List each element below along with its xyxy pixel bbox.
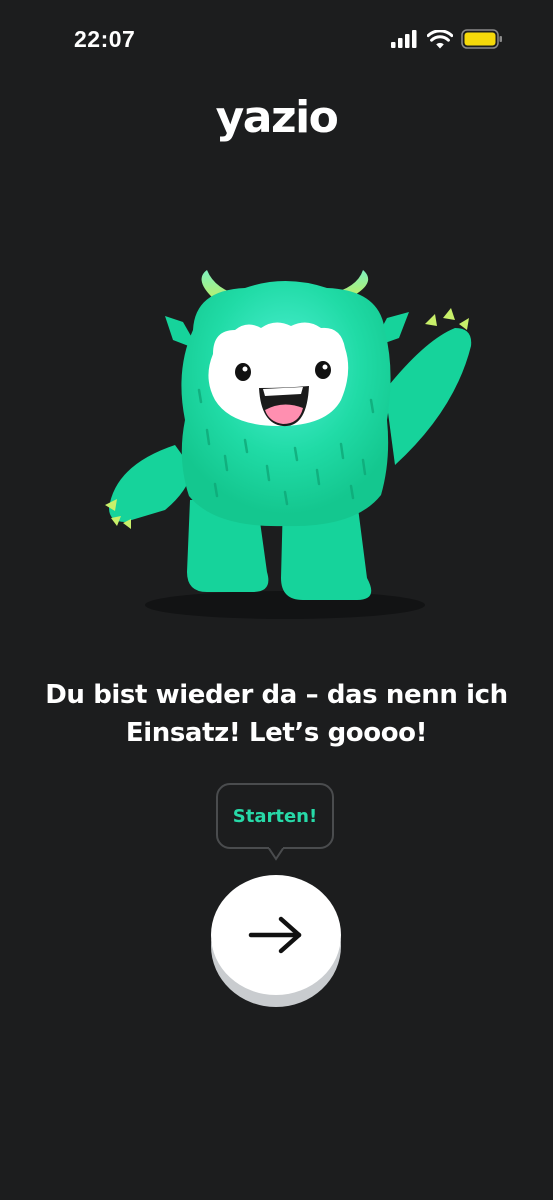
cellular-signal-icon [391,30,417,48]
start-button[interactable] [211,875,341,995]
tooltip-tail [268,847,284,861]
app-logo: yazio [215,92,339,143]
wifi-icon [427,29,453,48]
battery-icon [461,29,502,49]
status-bar: 22:07 [0,0,553,80]
status-icons [391,29,503,49]
status-time: 22:07 [74,26,136,52]
arrow-right-icon [248,916,302,954]
start-tooltip-bubble: Starten! [216,783,334,849]
start-button-container [211,875,343,1007]
tooltip-label: Starten! [232,805,318,827]
welcome-back-headline: Du bist wieder da – das nenn ich Einsatz… [45,680,508,748]
monster-mascot-illustration [105,270,472,619]
